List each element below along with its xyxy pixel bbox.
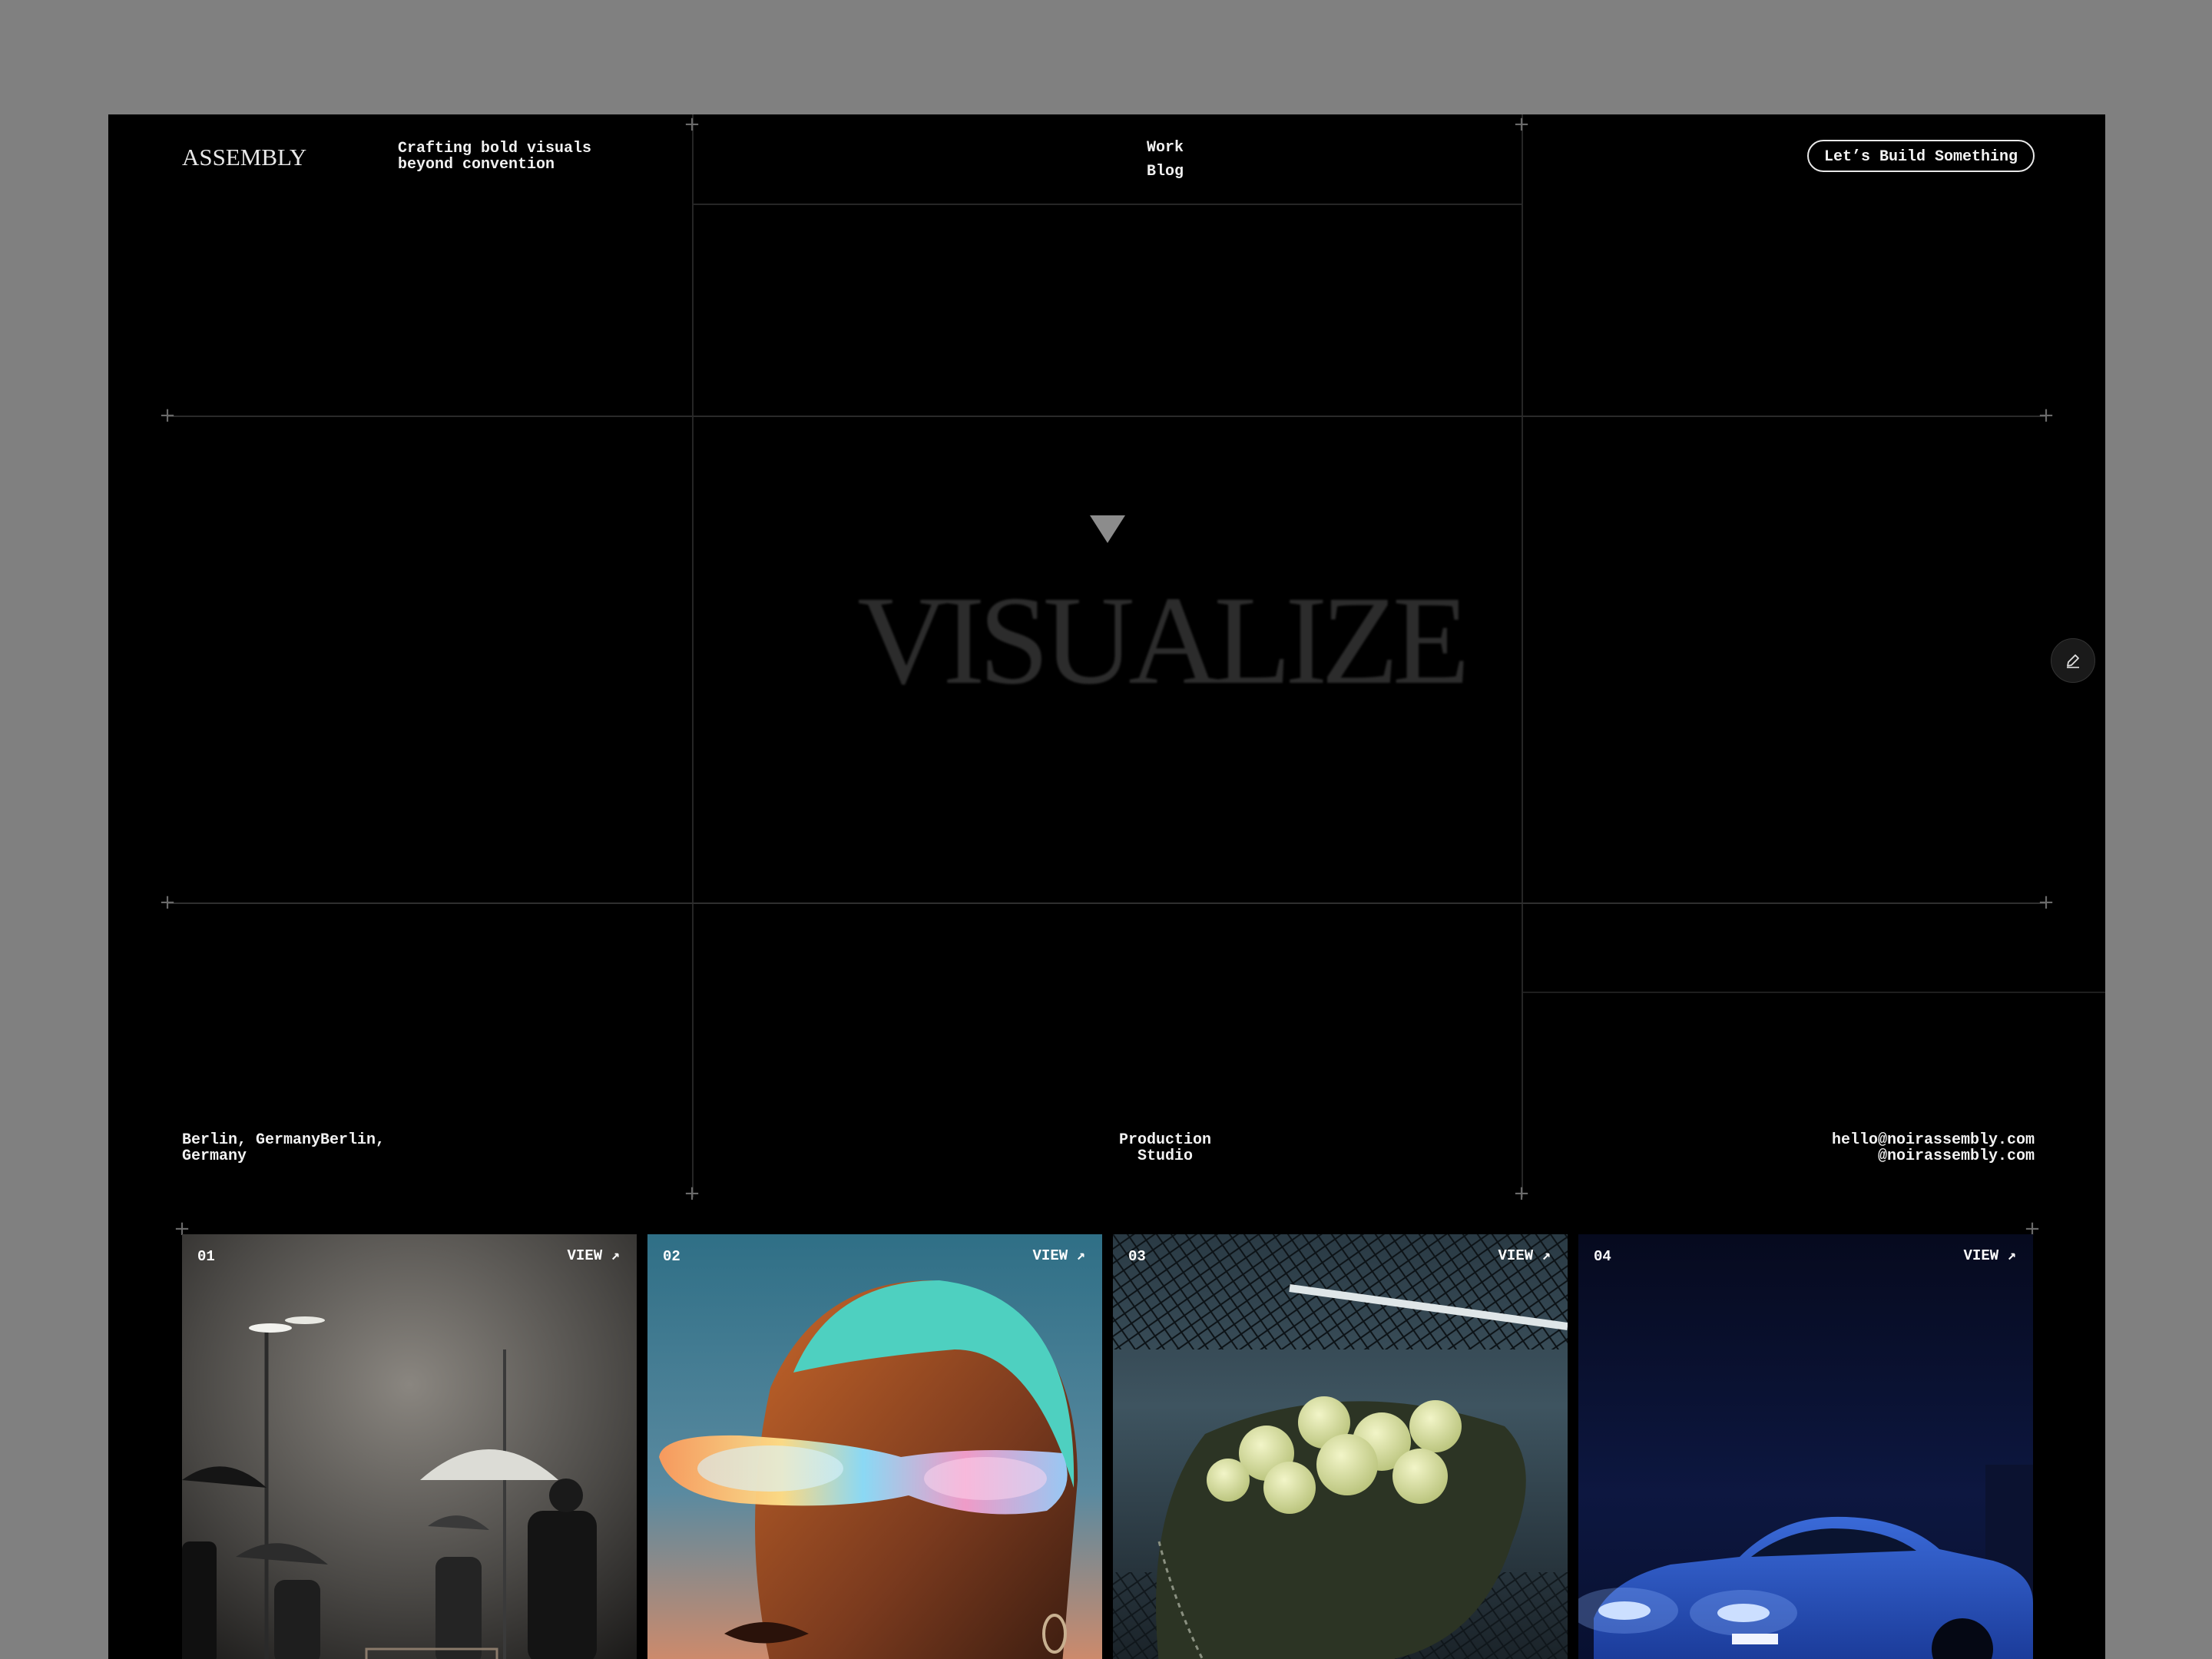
arrow-up-right-icon: ↗ [1541,1247,1551,1264]
project-view-link[interactable]: VIEW ↗ [1964,1247,2016,1264]
lets-build-something-button[interactable]: Let’s Build Something [1807,140,2035,172]
project-card-01[interactable]: 01 VIEW ↗ [182,1234,637,1659]
arrow-up-right-icon: ↗ [2007,1247,2016,1264]
location-line: Germany [182,1147,247,1165]
triangle-down-icon [1090,515,1125,543]
site-frame: + + + + + + + + + + ASSEMBLY Crafting bo… [108,114,2105,1659]
project-view-link[interactable]: VIEW ↗ [1498,1247,1551,1264]
crosshair-icon: + [2038,891,2055,914]
crosshair-icon: + [1513,1182,1530,1205]
nav-item-work[interactable]: Work [1088,136,1242,160]
view-label: VIEW [567,1247,603,1264]
project-card-04[interactable]: 04 VIEW ↗ [1578,1234,2033,1659]
grid-line [167,902,2046,904]
project-grid: 01 VIEW ↗ 02 VIEW ↗ 03 VIEW ↗ 04 VIEW ↗ [182,1234,2038,1659]
view-label: VIEW [1498,1247,1534,1264]
project-card-03[interactable]: 03 VIEW ↗ [1113,1234,1568,1659]
studio-line: Production [1118,1131,1212,1149]
crosshair-icon: + [2038,404,2055,427]
location-line: Berlin, GermanyBerlin, [182,1131,386,1149]
hero-headline: VISUALIZE [857,570,1470,710]
project-image [1113,1234,1568,1659]
site-logo[interactable]: ASSEMBLY [182,144,306,171]
crosshair-icon: + [1513,114,1530,136]
studio-line: Studio [1137,1147,1193,1165]
project-image [182,1234,637,1659]
project-image [647,1234,1102,1659]
tagline-line: Crafting bold visuals [398,140,592,157]
crosshair-icon: + [159,891,176,914]
arrow-up-right-icon: ↗ [611,1247,620,1264]
main-nav: Work Blog [1088,136,1242,184]
grid-line [692,204,1523,205]
nav-item-blog[interactable]: Blog [1088,160,1242,184]
email-link[interactable]: hello@noirassembly.com [1832,1132,2035,1148]
grid-line [692,114,694,1197]
project-number: 01 [197,1248,215,1265]
location: Berlin, GermanyBerlin, Germany [182,1132,385,1164]
grid-line [1523,992,2105,993]
view-label: VIEW [1032,1247,1068,1264]
project-number: 03 [1128,1248,1146,1265]
studio-label: Production Studio [1065,1132,1265,1164]
edit-button[interactable] [2051,638,2095,683]
crosshair-icon: + [159,404,176,427]
project-number: 04 [1594,1248,1611,1265]
pen-icon [2067,654,2079,668]
project-card-02[interactable]: 02 VIEW ↗ [647,1234,1102,1659]
project-view-link[interactable]: VIEW ↗ [1033,1247,1085,1264]
project-number: 02 [663,1248,680,1265]
view-label: VIEW [1963,1247,1999,1264]
crosshair-icon: + [684,114,700,136]
tagline: Crafting bold visuals beyond convention [398,141,591,173]
arrow-up-right-icon: ↗ [1076,1247,1085,1264]
grid-line [167,416,2046,417]
social-handle-link[interactable]: @noirassembly.com [1832,1148,2035,1164]
project-view-link[interactable]: VIEW ↗ [568,1247,620,1264]
project-image [1578,1234,2033,1659]
contact: hello@noirassembly.com @noirassembly.com [1832,1132,2035,1164]
crosshair-icon: + [684,1182,700,1205]
tagline-line: beyond convention [398,156,555,174]
